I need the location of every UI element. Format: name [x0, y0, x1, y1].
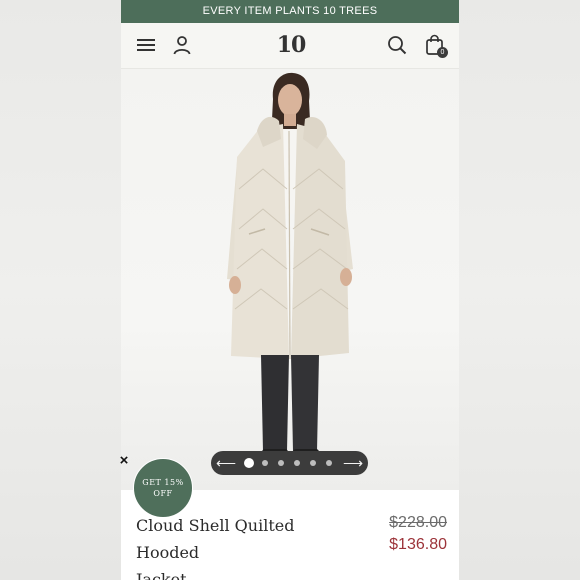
close-popup-button[interactable]: ×	[117, 453, 131, 469]
brand-logo[interactable]: 10	[274, 33, 308, 57]
top-navigation: 10 0	[121, 23, 459, 69]
product-image[interactable]	[121, 69, 459, 490]
arrow-left-icon[interactable]: ⟵	[216, 453, 236, 473]
promo-banner[interactable]: EVERY ITEM PLANTS 10 TREES	[121, 0, 459, 23]
discount-line2: OFF	[153, 489, 173, 498]
carousel-dot[interactable]	[244, 458, 254, 468]
cart-count-badge: 0	[437, 47, 448, 58]
carousel-dot[interactable]	[294, 460, 300, 466]
shopping-bag-icon[interactable]: 0	[422, 34, 448, 58]
model-illustration	[227, 72, 353, 465]
sale-price: $136.80	[389, 536, 447, 553]
product-title-line2: Jacket	[136, 570, 187, 580]
search-icon[interactable]	[386, 34, 408, 56]
user-icon[interactable]	[171, 34, 193, 56]
backdrop-left	[0, 0, 121, 580]
carousel-dot[interactable]	[278, 460, 284, 466]
image-carousel-controls: ⟵ ⟶	[211, 451, 368, 475]
carousel-dot[interactable]	[310, 460, 316, 466]
product-title-line1: Cloud Shell Quilted Hooded	[136, 516, 295, 562]
carousel-dot[interactable]	[262, 460, 268, 466]
original-price: $228.00	[389, 514, 447, 531]
discount-badge-button[interactable]: GET 15% OFF	[133, 458, 193, 518]
hamburger-menu-icon[interactable]	[135, 34, 157, 56]
carousel-dot[interactable]	[326, 460, 332, 466]
product-title: Cloud Shell Quilted Hooded Jacket	[136, 512, 356, 580]
backdrop-right	[459, 0, 580, 580]
arrow-right-icon[interactable]: ⟶	[343, 453, 363, 473]
discount-line1: GET 15%	[142, 478, 184, 487]
